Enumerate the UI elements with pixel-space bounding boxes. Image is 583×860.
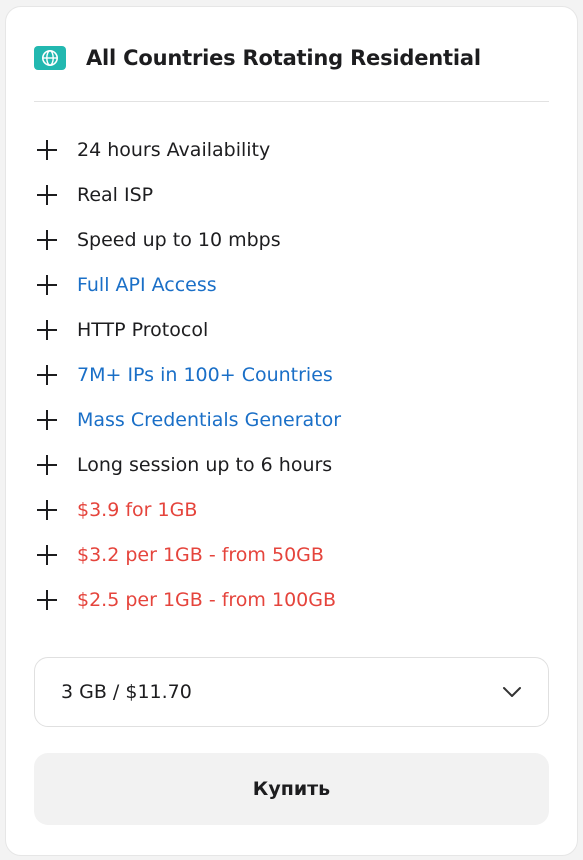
card-title: All Countries Rotating Residential: [86, 46, 481, 70]
feature-text: 24 hours Availability: [77, 138, 271, 161]
feature-item: $2.5 per 1GB - from 100GB: [36, 577, 341, 622]
feature-price: $3.2 per 1GB - from 50GB: [77, 543, 324, 566]
plus-icon: [36, 589, 58, 611]
feature-item: Real ISP: [36, 172, 341, 217]
feature-item: $3.2 per 1GB - from 50GB: [36, 532, 341, 577]
feature-price: $3.9 for 1GB: [77, 498, 198, 521]
buy-button[interactable]: Купить: [34, 753, 549, 825]
feature-text: HTTP Protocol: [77, 318, 209, 341]
plus-icon: [36, 499, 58, 521]
feature-link[interactable]: Full API Access: [77, 274, 217, 296]
card-header: All Countries Rotating Residential: [34, 43, 481, 73]
product-card: All Countries Rotating Residential 24 ho…: [5, 6, 578, 856]
feature-text: Speed up to 10 mbps: [77, 228, 281, 251]
feature-text: Real ISP: [77, 183, 154, 206]
feature-item: $3.9 for 1GB: [36, 487, 341, 532]
plus-icon: [36, 139, 58, 161]
feature-item: Mass Credentials Generator: [36, 397, 341, 442]
globe-icon: [34, 46, 66, 70]
feature-text: Long session up to 6 hours: [77, 453, 333, 476]
feature-list: 24 hours Availability Real ISP Speed up …: [36, 127, 341, 622]
feature-item: HTTP Protocol: [36, 307, 341, 352]
plus-icon: [36, 184, 58, 206]
feature-item: Long session up to 6 hours: [36, 442, 341, 487]
feature-item: Full API Access: [36, 262, 341, 307]
plus-icon: [36, 544, 58, 566]
feature-item: 7M+ IPs in 100+ Countries: [36, 352, 341, 397]
feature-link[interactable]: Mass Credentials Generator: [77, 409, 341, 431]
plus-icon: [36, 364, 58, 386]
header-divider: [34, 101, 549, 102]
plus-icon: [36, 319, 58, 341]
chevron-down-icon: [502, 683, 522, 702]
plus-icon: [36, 274, 58, 296]
plus-icon: [36, 229, 58, 251]
feature-item: 24 hours Availability: [36, 127, 341, 172]
feature-price: $2.5 per 1GB - from 100GB: [77, 588, 337, 611]
plan-select[interactable]: 3 GB / $11.70: [34, 657, 549, 727]
plus-icon: [36, 409, 58, 431]
plan-select-value: 3 GB / $11.70: [61, 681, 192, 703]
feature-item: Speed up to 10 mbps: [36, 217, 341, 262]
feature-link[interactable]: 7M+ IPs in 100+ Countries: [77, 364, 333, 386]
plus-icon: [36, 454, 58, 476]
